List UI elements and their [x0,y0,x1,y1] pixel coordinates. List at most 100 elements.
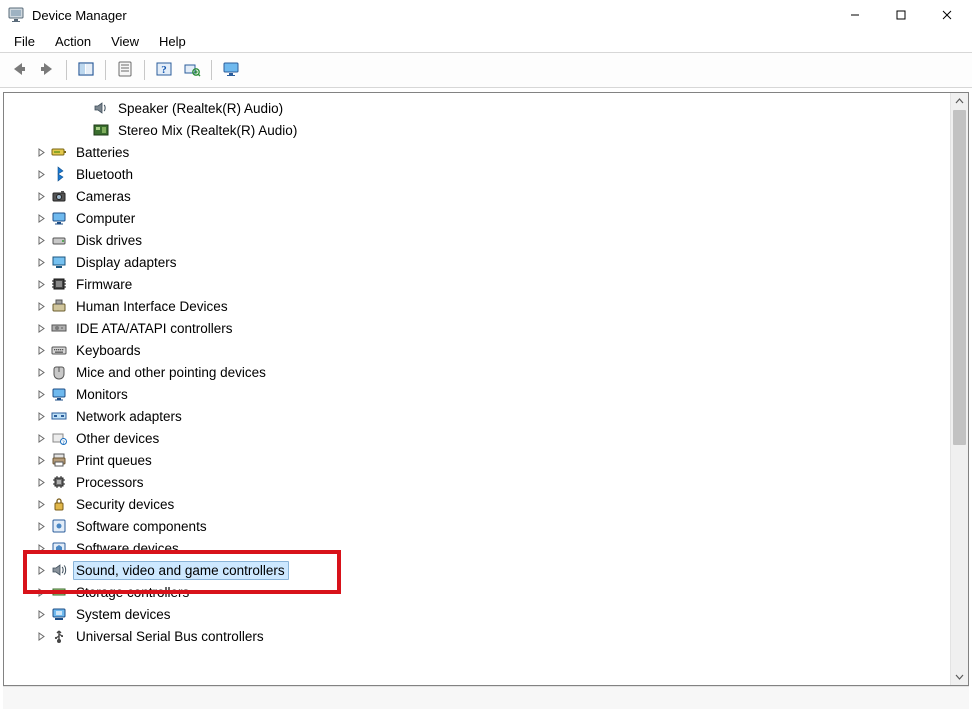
tree-item-label: Speaker (Realtek(R) Audio) [115,99,287,118]
tree-item[interactable]: Storage controllers [4,581,950,603]
tree-item[interactable]: Monitors [4,383,950,405]
expand-toggle[interactable] [34,629,48,643]
tree-item-label: Human Interface Devices [73,297,232,316]
menu-file[interactable]: File [4,32,45,51]
toolbar-back-button[interactable] [6,57,32,83]
window-title: Device Manager [32,8,127,23]
tree-item[interactable]: System devices [4,603,950,625]
statusbar [3,686,969,709]
expand-toggle[interactable] [34,453,48,467]
tree-item[interactable]: Bluetooth [4,163,950,185]
tree-item-label: IDE ATA/ATAPI controllers [73,319,237,338]
expand-toggle[interactable] [34,167,48,181]
tree-item[interactable]: ?Other devices [4,427,950,449]
tree-item-label: Storage controllers [73,583,193,602]
toolbar-show-tree-button[interactable] [73,57,99,83]
tree-item[interactable]: Processors [4,471,950,493]
scroll-track[interactable] [951,110,968,668]
expand-toggle[interactable] [34,387,48,401]
tree-item[interactable]: Software devices [4,537,950,559]
tree-item[interactable]: Universal Serial Bus controllers [4,625,950,647]
expand-toggle[interactable] [34,607,48,621]
maximize-button[interactable] [878,0,924,30]
speaker-icon [93,100,109,116]
toolbar-forward-button[interactable] [34,57,60,83]
tree-item[interactable]: Cameras [4,185,950,207]
scroll-down-button[interactable] [951,668,968,685]
device-tree-pane: Speaker (Realtek(R) Audio) Stereo Mix (Re… [3,92,969,686]
expand-toggle[interactable] [34,519,48,533]
tree-item[interactable]: Network adapters [4,405,950,427]
firmware-icon [51,276,67,292]
expand-toggle[interactable] [34,255,48,269]
tree-item-label: Mice and other pointing devices [73,363,270,382]
tree-item-label: Keyboards [73,341,145,360]
device-manager-icon [8,7,24,23]
network-icon [51,408,67,424]
menu-view[interactable]: View [101,32,149,51]
expand-toggle[interactable] [34,145,48,159]
toolbar-separator [66,60,67,80]
tree-item[interactable]: Computer [4,207,950,229]
expand-toggle[interactable] [34,277,48,291]
tree-item[interactable]: Print queues [4,449,950,471]
client-area: Speaker (Realtek(R) Audio) Stereo Mix (Re… [0,88,972,712]
expand-toggle[interactable] [34,431,48,445]
scroll-up-button[interactable] [951,93,968,110]
usb-icon [51,628,67,644]
arrow-left-icon [10,60,28,81]
expand-toggle[interactable] [34,321,48,335]
expand-toggle[interactable] [34,585,48,599]
scroll-thumb[interactable] [953,110,966,445]
toolbar-separator [211,60,212,80]
device-tree[interactable]: Speaker (Realtek(R) Audio) Stereo Mix (Re… [4,93,950,661]
tree-item[interactable]: Firmware [4,273,950,295]
toolbar: ? [0,52,972,88]
toolbar-scan-button[interactable] [179,57,205,83]
toolbar-help-button[interactable]: ? [151,57,177,83]
expand-toggle[interactable] [34,409,48,423]
svg-text:?: ? [161,64,167,76]
monitor-icon [51,386,67,402]
minimize-button[interactable] [832,0,878,30]
tree-item[interactable]: Security devices [4,493,950,515]
expand-toggle[interactable] [34,497,48,511]
expand-toggle[interactable] [34,299,48,313]
expand-toggle[interactable] [34,211,48,225]
expand-toggle[interactable] [34,233,48,247]
expand-toggle[interactable] [34,563,48,577]
tree-item[interactable]: Display adapters [4,251,950,273]
tree-item-label: Computer [73,209,139,228]
expand-toggle[interactable] [34,343,48,357]
toolbar-add-legacy-button[interactable] [218,57,244,83]
tree-item-label: Sound, video and game controllers [73,561,289,580]
tree-item-label: Software components [73,517,211,536]
toolbar-properties-button[interactable] [112,57,138,83]
tree-item[interactable]: Human Interface Devices [4,295,950,317]
close-button[interactable] [924,0,970,30]
tree-item-label: Stereo Mix (Realtek(R) Audio) [115,121,301,140]
tree-item[interactable]: Mice and other pointing devices [4,361,950,383]
security-icon [51,496,67,512]
tree-item-label: Network adapters [73,407,186,426]
menu-action[interactable]: Action [45,32,101,51]
expand-toggle[interactable] [34,189,48,203]
expand-toggle[interactable] [34,365,48,379]
menu-help[interactable]: Help [149,32,196,51]
expand-toggle[interactable] [34,541,48,555]
tree-item-label: Batteries [73,143,133,162]
expand-toggle[interactable] [34,475,48,489]
tree-item[interactable]: Speaker (Realtek(R) Audio) [4,97,950,119]
tree-item[interactable]: Sound, video and game controllers [4,559,950,581]
chevron-up-icon [955,94,964,109]
tree-item-label: Other devices [73,429,163,448]
tree-item[interactable]: Stereo Mix (Realtek(R) Audio) [4,119,950,141]
tree-item[interactable]: Keyboards [4,339,950,361]
tree-item[interactable]: Disk drives [4,229,950,251]
tree-item[interactable]: Batteries [4,141,950,163]
software-component-icon [51,518,67,534]
tree-item[interactable]: IDE ATA/ATAPI controllers [4,317,950,339]
tree-item[interactable]: Software components [4,515,950,537]
sound-card-icon [93,122,109,138]
vertical-scrollbar[interactable] [950,93,968,685]
